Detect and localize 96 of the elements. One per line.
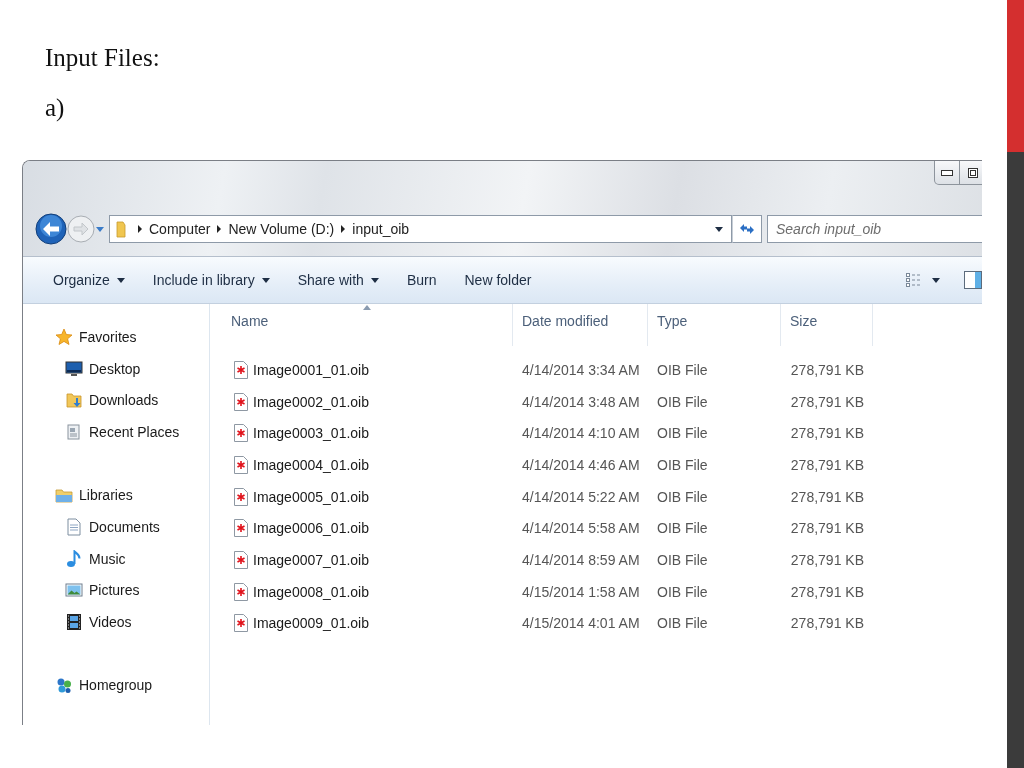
breadcrumb[interactable]: input_oib — [348, 221, 414, 237]
file-name[interactable]: Image0002_01.oib — [253, 393, 369, 410]
breadcrumb[interactable]: Computer — [145, 221, 215, 237]
document-stack-icon — [65, 422, 83, 441]
column-header[interactable]: Date modified — [513, 304, 648, 346]
slide-heading: Input Files: — [45, 43, 161, 73]
toolbar-button[interactable]: Include in library — [142, 268, 280, 292]
table-cell-text: 4/15/2014 4:01 AM — [521, 615, 641, 632]
table-cell-text: OIB File — [656, 551, 709, 568]
table-cell-text: OIB File — [656, 583, 709, 600]
address-bar[interactable]: Computer New Volume (D:) input_oib — [109, 215, 732, 243]
table-cell-text: 278,791 KB — [789, 393, 865, 410]
nav-item[interactable]: Libraries — [23, 479, 133, 512]
table-cell-text: 4/15/2014 1:58 AM — [521, 583, 641, 600]
table-cell-text: 278,791 KB — [789, 551, 865, 568]
star-icon — [55, 327, 73, 346]
document-icon — [65, 517, 83, 536]
file-name[interactable]: Image0009_01.oib — [253, 615, 369, 632]
breadcrumb[interactable]: New Volume (D:) — [224, 221, 339, 237]
file-name[interactable]: Image0006_01.oib — [253, 520, 369, 537]
file-icon — [234, 360, 248, 379]
slide-label: a) — [45, 93, 66, 123]
file-icon — [234, 487, 248, 506]
nav-item[interactable]: Documents — [23, 511, 160, 543]
chevron-icon — [341, 225, 346, 233]
minimize-icon — [941, 169, 953, 176]
table-cell-text: 278,791 KB — [789, 456, 865, 473]
view-options-icon[interactable] — [906, 273, 922, 287]
toolbar-button[interactable]: New folder — [454, 268, 542, 292]
nav-item[interactable]: Downloads — [23, 384, 159, 417]
nav-item[interactable]: Music — [23, 542, 126, 575]
table-cell-text: 4/14/2014 3:48 AM — [521, 393, 641, 410]
file-icon — [234, 550, 248, 569]
table-cell-text: 278,791 KB — [789, 361, 865, 378]
table-cell-text: OIB File — [656, 615, 709, 632]
nav-item[interactable]: Recent Places — [23, 416, 180, 448]
chevron-icon — [138, 225, 142, 233]
search-field[interactable]: Search input_oib — [767, 215, 982, 243]
refresh-button[interactable] — [732, 215, 762, 243]
table-cell-text: 278,791 KB — [789, 520, 865, 537]
table-cell-text: 4/14/2014 4:10 AM — [521, 425, 641, 442]
column-header[interactable]: Type — [648, 304, 781, 346]
table-cell-text: OIB File — [656, 456, 709, 473]
dropdown-caret-icon[interactable] — [715, 226, 723, 232]
table-cell-text: 4/14/2014 5:58 AM — [521, 520, 641, 537]
toolbar-button[interactable]: Organize — [43, 268, 135, 292]
nav-item[interactable]: Videos — [23, 606, 132, 638]
table-cell-text: 278,791 KB — [789, 583, 865, 600]
file-name[interactable]: Image0005_01.oib — [253, 488, 369, 505]
maximize-icon — [967, 167, 978, 178]
file-icon — [234, 519, 248, 538]
music-note-icon — [65, 549, 83, 568]
table-cell-text: OIB File — [656, 488, 709, 505]
preview-pane-icon[interactable] — [964, 271, 982, 289]
column-header[interactable]: Size — [781, 304, 873, 346]
refresh-arrows-icon — [739, 222, 755, 236]
file-icon — [234, 392, 248, 411]
file-name[interactable]: Image0003_01.oib — [253, 425, 369, 442]
toolbar-button[interactable]: Share with — [287, 268, 389, 292]
table-cell-text: OIB File — [656, 393, 709, 410]
table-cell-text: 4/14/2014 3:34 AM — [521, 361, 641, 378]
table-cell-text: 278,791 KB — [789, 488, 865, 505]
film-strip-icon — [65, 613, 83, 632]
table-cell-text: 4/14/2014 5:22 AM — [521, 488, 641, 505]
download-folder-icon — [65, 391, 83, 410]
picture-icon — [65, 581, 83, 600]
file-name[interactable]: Image0001_01.oib — [253, 361, 369, 378]
column-header[interactable]: Name — [222, 304, 513, 346]
people-circles-icon — [55, 676, 73, 695]
file-icon — [234, 455, 248, 474]
caret-icon[interactable] — [932, 277, 940, 283]
back-button[interactable] — [35, 213, 67, 245]
nav-item[interactable]: Pictures — [23, 574, 140, 607]
nav-item[interactable]: Homegroup — [23, 669, 153, 702]
toolbar-button[interactable]: Burn — [396, 268, 447, 292]
nav-item[interactable]: Desktop — [23, 352, 141, 385]
table-cell-text: OIB File — [656, 520, 709, 537]
nav-item[interactable]: Favorites — [23, 321, 137, 353]
chevron-icon — [217, 225, 222, 233]
table-cell-text: 278,791 KB — [789, 615, 865, 632]
file-icon — [234, 582, 248, 601]
file-icon — [234, 614, 248, 633]
table-cell-text: OIB File — [656, 361, 709, 378]
file-name[interactable]: Image0007_01.oib — [253, 551, 369, 568]
table-cell-text: 278,791 KB — [789, 425, 865, 442]
monitor-icon — [65, 359, 83, 378]
file-name[interactable]: Image0008_01.oib — [253, 583, 369, 600]
file-name[interactable]: Image0004_01.oib — [253, 456, 369, 473]
file-icon — [234, 424, 248, 443]
history-dropdown-icon[interactable] — [95, 225, 105, 233]
table-cell-text: 4/14/2014 8:59 AM — [521, 551, 641, 568]
maximize-button[interactable] — [960, 161, 982, 185]
folder-icon — [55, 486, 73, 505]
table-cell-text: 4/14/2014 4:46 AM — [521, 456, 641, 473]
table-cell-text: OIB File — [656, 425, 709, 442]
minimize-button[interactable] — [934, 161, 960, 185]
